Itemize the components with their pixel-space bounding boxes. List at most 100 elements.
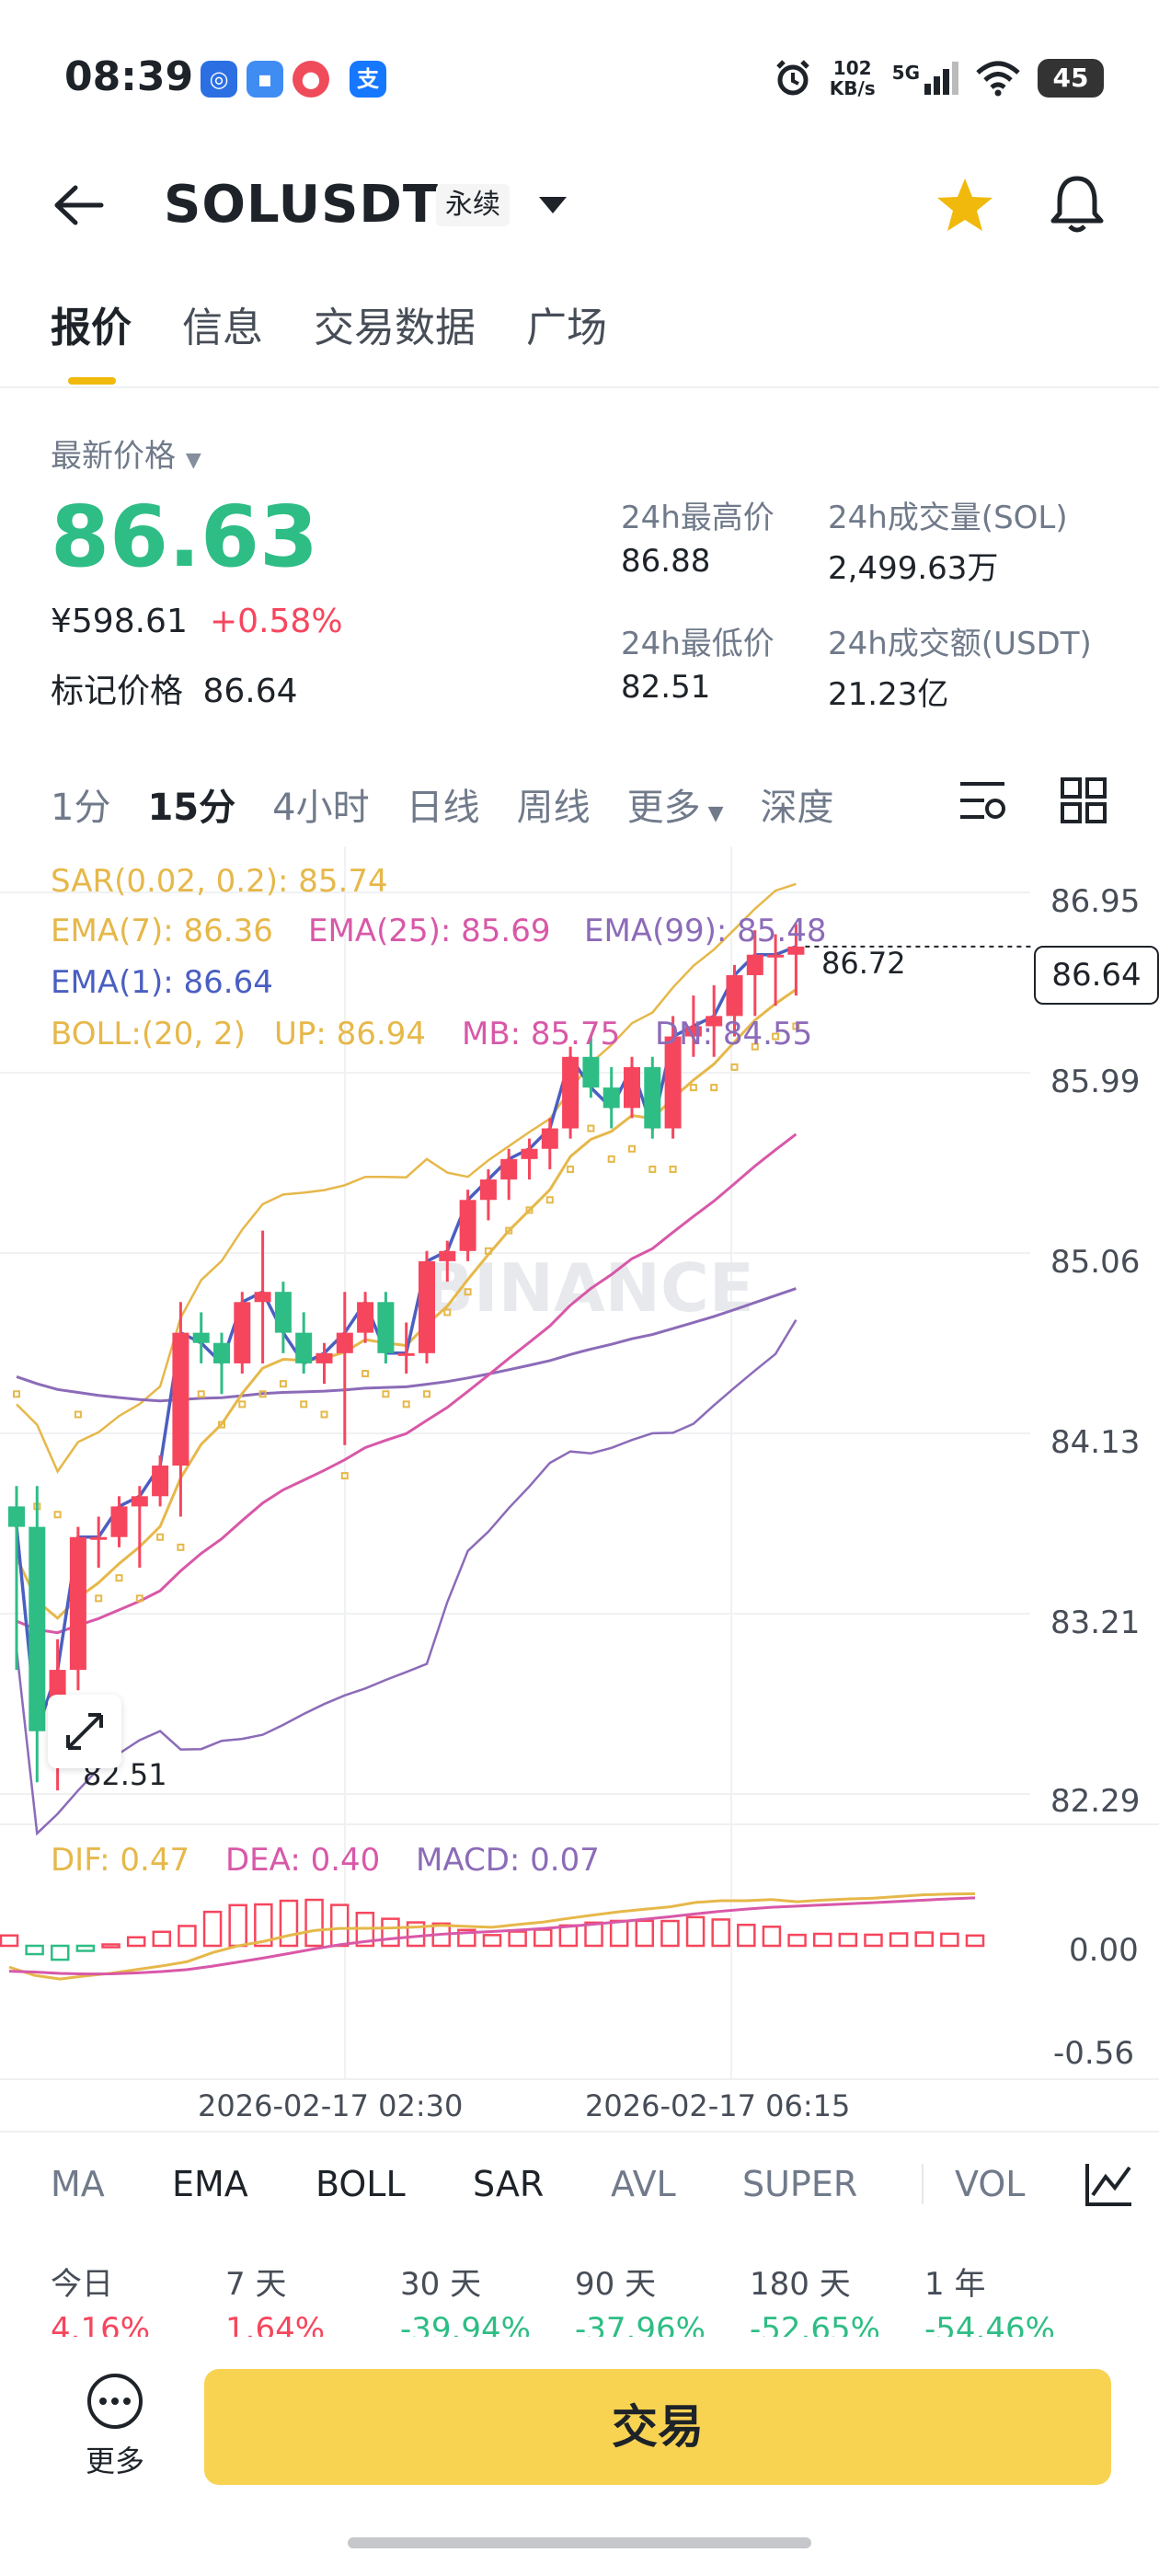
candle-body [69, 1536, 86, 1671]
y-axis-label: 83.21 [1050, 1604, 1141, 1641]
favorite-star-icon[interactable] [935, 177, 995, 234]
indicator-settings-icon[interactable] [1084, 2160, 1135, 2208]
candle [192, 1312, 210, 1363]
interval-selector: 1分 15分 4小时 日线 周线 更多 ▼ 深度 [51, 777, 834, 831]
indicator-ma[interactable]: MA [51, 2164, 172, 2204]
candle [69, 1526, 86, 1691]
indicator-avl[interactable]: AVL [611, 2164, 742, 2204]
legend-boll-dn: DN: 84.55 [655, 1016, 813, 1052]
sar-dot [382, 1390, 390, 1398]
candle [602, 1066, 620, 1129]
candle [336, 1292, 353, 1445]
candle-body [397, 1352, 415, 1356]
perf-label: 1 年 [924, 2266, 986, 2303]
indicator-boll[interactable]: BOLL [316, 2164, 473, 2204]
more-button[interactable]: 更多 [78, 2372, 152, 2480]
sar-dot [545, 1196, 554, 1204]
net-speed: 102 KB/s [830, 58, 876, 98]
interval-more[interactable]: 更多 ▼ [627, 777, 724, 831]
volume-value: 2,499.63万 [828, 550, 999, 587]
turnover-label: 24h成交额(USDT) [828, 626, 1092, 662]
candle-body [8, 1506, 25, 1527]
macd-bar [558, 1924, 579, 1948]
interval-15m[interactable]: 15分 [147, 777, 235, 831]
alarm-icon [775, 60, 809, 96]
y-axis-label: 85.06 [1050, 1244, 1141, 1281]
high-value: 86.88 [621, 543, 711, 580]
binance-watermark: BINANCE [423, 1249, 754, 1327]
interval-1m[interactable]: 1分 [51, 777, 110, 831]
interval-1w[interactable]: 周线 [517, 777, 591, 831]
candle-body [29, 1526, 46, 1731]
macd-bar [534, 1928, 553, 1948]
candle-body [192, 1332, 210, 1343]
sar-dot [156, 1533, 165, 1541]
symbol-dropdown-icon[interactable] [537, 195, 568, 215]
legend-ema25: EMA(25): 85.69 [308, 913, 551, 949]
chart-settings-icon[interactable] [957, 778, 1008, 824]
mark-price-value: 86.64 [202, 673, 298, 710]
y-axis-label: 86.95 [1050, 883, 1141, 920]
candle-body [172, 1332, 189, 1466]
perf-item: 30 天 -39.94% [400, 2259, 575, 2348]
perf-item: 1 年 -54.46% [924, 2259, 1099, 2348]
sar-dot [115, 1574, 123, 1582]
kline-chart[interactable]: BINANCE SAR(0.02, 0.2): 85.74 EMA(7): 86… [0, 846, 1159, 2098]
tab-trading-data[interactable]: 交易数据 [314, 294, 476, 353]
macd-bar [304, 1898, 324, 1948]
candle-body [459, 1200, 476, 1251]
sar-dot [669, 1165, 677, 1173]
indicator-ema[interactable]: EMA [172, 2164, 316, 2204]
battery-indicator: 45 [1038, 59, 1104, 98]
trade-button[interactable]: 交易 [204, 2369, 1111, 2485]
perf-item: 今日 4.16% [51, 2259, 225, 2348]
more-label: 更多 [85, 2444, 144, 2478]
interval-depth[interactable]: 深度 [761, 777, 834, 831]
price-alert-bell-icon[interactable] [1049, 173, 1106, 236]
legend-boll: BOLL:(20, 2) [51, 1016, 246, 1052]
symbol-title[interactable]: SOLUSDT [164, 175, 439, 235]
chart-divider [0, 2131, 1159, 2133]
signal-icon: 5G [892, 62, 958, 95]
macd-bar [965, 1934, 985, 1948]
status-time: 08:39 [64, 53, 194, 100]
indicator-vol[interactable]: VOL [922, 2164, 1025, 2204]
indicator-super[interactable]: SUPER [742, 2164, 922, 2204]
candle-body [479, 1179, 497, 1201]
indicator-sar[interactable]: SAR [473, 2164, 611, 2204]
perf-item: 90 天 -37.96% [575, 2259, 750, 2348]
sar-dot [710, 1084, 718, 1092]
grid-layout-icon[interactable] [1060, 776, 1107, 824]
tab-square[interactable]: 广场 [526, 294, 607, 353]
tab-info[interactable]: 信息 [182, 294, 263, 353]
candle-body [357, 1302, 374, 1333]
candle-body [500, 1158, 518, 1180]
macd-bar [940, 1932, 959, 1948]
macd-bar [279, 1899, 299, 1948]
sar-dot [279, 1380, 287, 1388]
legend-boll-mb: MB: 85.75 [462, 1016, 621, 1052]
sar-dot [320, 1410, 328, 1419]
candle [29, 1486, 46, 1783]
candle-body [644, 1066, 661, 1129]
main-tabs: 报价 信息 交易数据 广场 [51, 294, 607, 353]
interval-4h[interactable]: 4小时 [272, 777, 369, 831]
candle-body [767, 954, 785, 958]
interval-1d[interactable]: 日线 [407, 777, 480, 831]
latest-price-label[interactable]: 最新价格 ▼ [51, 431, 201, 476]
contract-type-badge: 永续 [436, 184, 510, 226]
macd-bar [635, 1919, 655, 1948]
macd-bar [126, 1936, 146, 1948]
legend-ema99: EMA(99): 85.48 [584, 913, 827, 949]
candle-body [254, 1292, 271, 1303]
candle-body [726, 974, 743, 1017]
back-arrow-icon[interactable] [53, 184, 105, 226]
candle [152, 1455, 169, 1507]
tab-quote[interactable]: 报价 [51, 294, 132, 353]
fullscreen-button[interactable] [48, 1695, 121, 1768]
legend-macd-value: MACD: 0.07 [416, 1842, 600, 1879]
latest-price-label-text: 最新价格 [51, 438, 176, 475]
sar-dot [95, 1594, 103, 1603]
macd-bar [762, 1926, 782, 1948]
sar-dot [238, 1400, 247, 1409]
